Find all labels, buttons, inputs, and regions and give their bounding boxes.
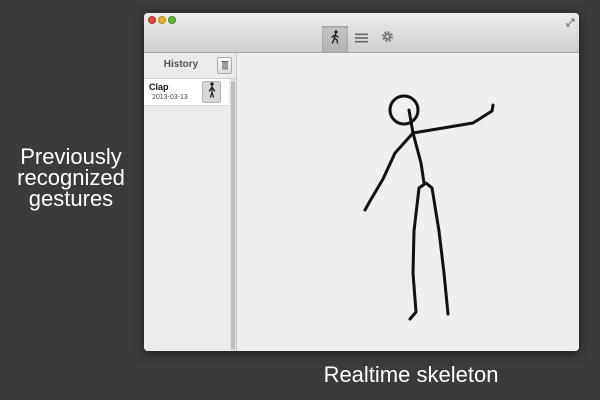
standing-figure-icon bbox=[208, 81, 216, 103]
caption-line: gestures bbox=[28, 186, 114, 211]
close-window-button[interactable] bbox=[148, 16, 156, 24]
titlebar-toolbar bbox=[144, 13, 579, 53]
skeleton-canvas bbox=[237, 53, 579, 351]
list-lines-icon bbox=[354, 30, 368, 48]
skeleton-right-leg bbox=[430, 186, 450, 316]
skeleton-left-arm bbox=[363, 131, 415, 212]
scrollbar-thumb[interactable] bbox=[231, 81, 235, 349]
skeleton-neck bbox=[407, 108, 415, 135]
history-title: History bbox=[163, 59, 199, 70]
walking-figure-icon bbox=[329, 29, 341, 49]
realtime-skeleton-caption: Realtime skeleton bbox=[323, 362, 499, 387]
gesture-date: 2013-03-13 bbox=[152, 94, 188, 101]
minimize-window-button[interactable] bbox=[158, 16, 166, 24]
skeleton-right-arm bbox=[411, 103, 495, 135]
caption-line: recognized bbox=[17, 165, 125, 190]
skeleton-left-leg bbox=[408, 186, 421, 321]
gesture-thumbnail bbox=[202, 81, 221, 103]
skeleton-head bbox=[388, 94, 420, 126]
history-sidebar: History Clap 2013-03-13 bbox=[144, 53, 237, 351]
skeleton-figure bbox=[363, 94, 495, 321]
skeleton-pelvis bbox=[417, 181, 434, 190]
skeleton-view-button[interactable] bbox=[322, 26, 348, 52]
app-window: History Clap 2013-03-13 bbox=[144, 13, 579, 351]
history-list-button[interactable] bbox=[348, 26, 374, 52]
delete-history-button[interactable] bbox=[217, 57, 232, 74]
skeleton-spine bbox=[411, 131, 426, 185]
gear-icon bbox=[381, 30, 394, 48]
gesture-name: Clap bbox=[149, 82, 169, 92]
caption-line: Previously bbox=[20, 144, 122, 169]
settings-button[interactable] bbox=[374, 26, 400, 52]
trash-icon bbox=[221, 57, 229, 75]
history-item[interactable]: Clap 2013-03-13 bbox=[144, 79, 229, 106]
history-list: Clap 2013-03-13 bbox=[144, 79, 229, 351]
history-scrollbar[interactable] bbox=[230, 79, 236, 351]
sidebar-header: History bbox=[144, 53, 236, 79]
zoom-window-button[interactable] bbox=[168, 16, 176, 24]
previously-recognized-caption: Previously recognized gestures bbox=[0, 144, 142, 211]
fullscreen-icon[interactable] bbox=[566, 14, 575, 27]
